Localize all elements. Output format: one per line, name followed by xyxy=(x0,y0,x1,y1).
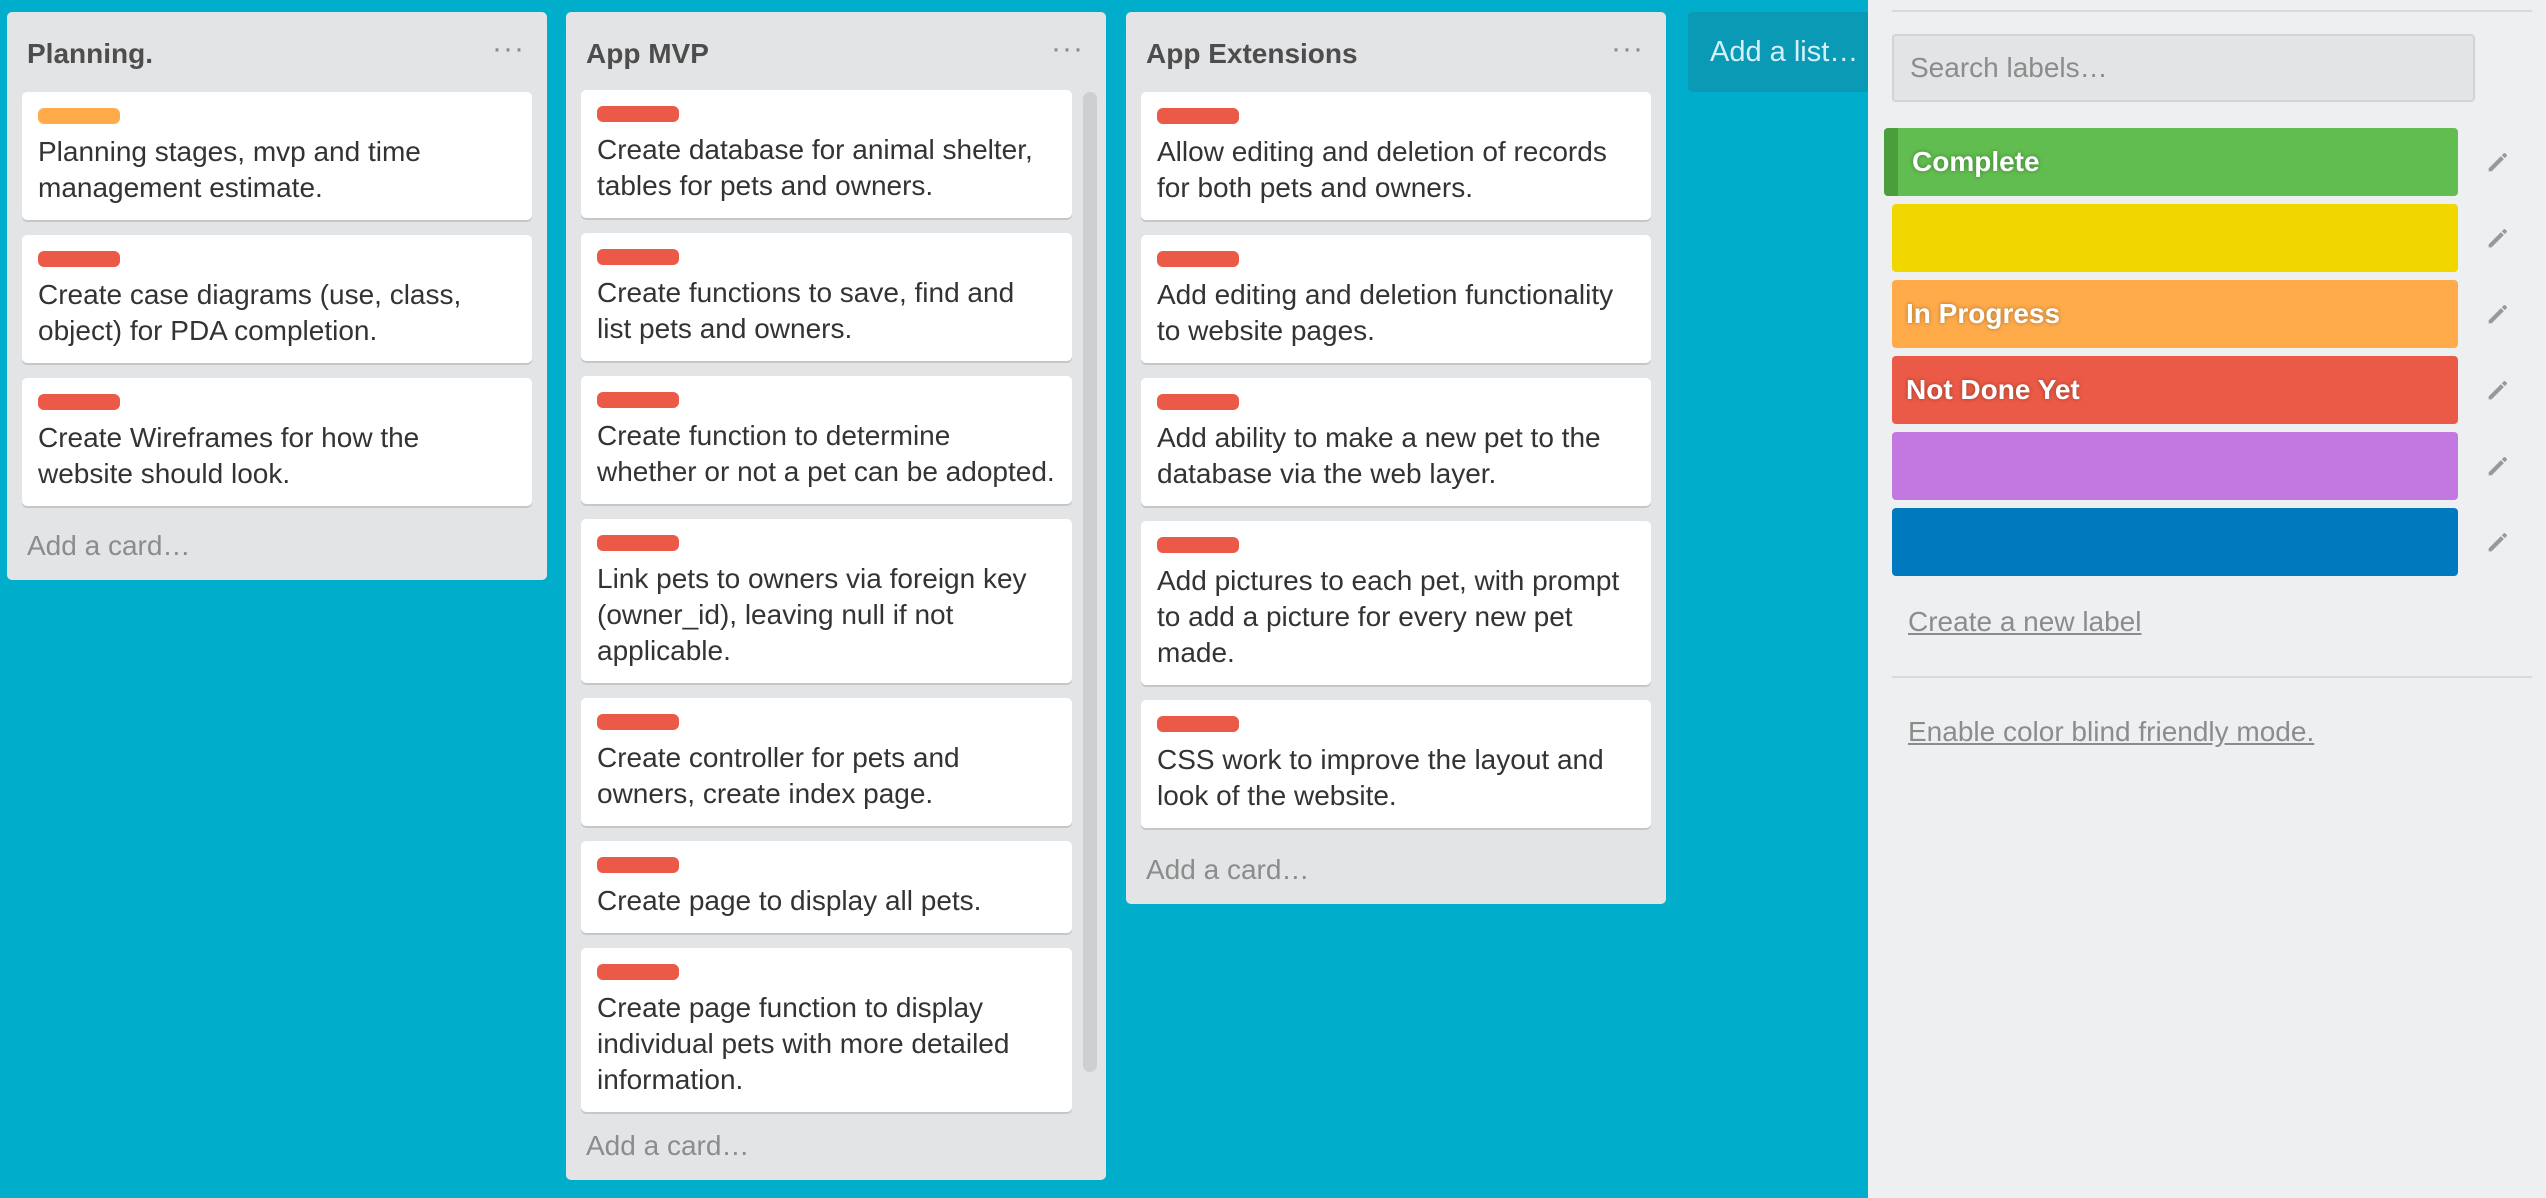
list-title[interactable]: Planning. xyxy=(27,38,153,70)
label-name: Not Done Yet xyxy=(1906,374,2080,405)
card[interactable]: Create function to determine whether or … xyxy=(581,376,1072,504)
card-label xyxy=(1157,394,1239,410)
label-blue[interactable] xyxy=(1892,508,2458,576)
card-title: Add pictures to each pet, with prompt to… xyxy=(1157,565,1620,668)
card-title: Add ability to make a new pet to the dat… xyxy=(1157,422,1601,489)
card-title: Add editing and deletion functionality t… xyxy=(1157,279,1614,346)
card[interactable]: Create page to display all pets. xyxy=(581,841,1072,933)
card-label xyxy=(597,964,679,980)
pencil-icon[interactable] xyxy=(2484,300,2512,328)
ellipsis-icon[interactable]: ··· xyxy=(492,32,525,66)
divider xyxy=(1892,10,2532,12)
label-row-purple xyxy=(1892,432,2512,500)
label-row-complete: Complete xyxy=(1884,128,2512,196)
card[interactable]: CSS work to improve the layout and look … xyxy=(1141,700,1651,828)
pencil-icon[interactable] xyxy=(2484,452,2512,480)
card-title: Create database for animal shelter, tabl… xyxy=(597,134,1033,201)
card[interactable]: Create database for animal shelter, tabl… xyxy=(581,90,1072,218)
card-label xyxy=(597,857,679,873)
card[interactable]: Add pictures to each pet, with prompt to… xyxy=(1141,521,1651,685)
pencil-icon[interactable] xyxy=(2484,376,2512,404)
label-in-progress[interactable]: In Progress xyxy=(1892,280,2458,348)
list-header: App Extensions ··· xyxy=(1126,12,1666,92)
card-title: Create Wireframes for how the website sh… xyxy=(38,422,420,489)
list-title[interactable]: App MVP xyxy=(586,38,709,70)
search-labels-input[interactable] xyxy=(1892,34,2475,102)
card-label xyxy=(1157,716,1239,732)
label-name: In Progress xyxy=(1906,298,2061,329)
label-row-in-progress: In Progress xyxy=(1892,280,2512,348)
label-row-yellow xyxy=(1892,204,2512,272)
label-purple[interactable] xyxy=(1892,432,2458,500)
card-label xyxy=(38,108,120,124)
list-title[interactable]: App Extensions xyxy=(1146,38,1358,70)
label-not-done-yet[interactable]: Not Done Yet xyxy=(1892,356,2458,424)
pencil-icon[interactable] xyxy=(2484,528,2512,556)
label-complete[interactable]: Complete xyxy=(1884,128,2458,196)
ellipsis-icon[interactable]: ··· xyxy=(1611,32,1644,66)
card-label xyxy=(597,106,679,122)
labels-sidebar: Complete In Progress Not Done Yet Create xyxy=(1868,0,2546,1198)
card[interactable]: Create case diagrams (use, class, object… xyxy=(22,235,532,363)
color-blind-mode-link[interactable]: Enable color blind friendly mode. xyxy=(1908,716,2314,748)
list-header: Planning. ··· xyxy=(7,12,547,92)
card-label xyxy=(38,251,120,267)
card-label xyxy=(1157,537,1239,553)
card-label xyxy=(597,535,679,551)
list-planning: Planning. ··· Planning stages, mvp and t… xyxy=(7,12,547,580)
card-label xyxy=(1157,251,1239,267)
card-title: Create case diagrams (use, class, object… xyxy=(38,279,462,346)
card-title: CSS work to improve the layout and look … xyxy=(1157,744,1604,811)
pencil-icon[interactable] xyxy=(2484,148,2512,176)
card[interactable]: Create Wireframes for how the website sh… xyxy=(22,378,532,506)
card-title: Create function to determine whether or … xyxy=(597,420,1055,487)
card-label xyxy=(597,714,679,730)
card-title: Planning stages, mvp and time management… xyxy=(38,136,421,203)
pencil-icon[interactable] xyxy=(2484,224,2512,252)
card-title: Create functions to save, find and list … xyxy=(597,277,1015,344)
card-title: Create page to display all pets. xyxy=(597,885,982,916)
card[interactable]: Create functions to save, find and list … xyxy=(581,233,1072,361)
card-title: Create controller for pets and owners, c… xyxy=(597,742,960,809)
card[interactable]: Add editing and deletion functionality t… xyxy=(1141,235,1651,363)
card[interactable]: Add ability to make a new pet to the dat… xyxy=(1141,378,1651,506)
card-list: Allow editing and deletion of records fo… xyxy=(1141,92,1651,844)
add-card-button[interactable]: Add a card… xyxy=(586,1130,749,1162)
card-label xyxy=(597,249,679,265)
label-name: Complete xyxy=(1912,146,2040,177)
label-yellow[interactable] xyxy=(1892,204,2458,272)
card-list: Create database for animal shelter, tabl… xyxy=(581,90,1072,1122)
add-card-button[interactable]: Add a card… xyxy=(27,530,190,562)
list-scrollbar[interactable] xyxy=(1083,92,1097,1072)
card[interactable]: Allow editing and deletion of records fo… xyxy=(1141,92,1651,220)
create-label-link[interactable]: Create a new label xyxy=(1908,606,2141,638)
card-title: Allow editing and deletion of records fo… xyxy=(1157,136,1607,203)
card-label xyxy=(597,392,679,408)
card-list: Planning stages, mvp and time management… xyxy=(22,92,532,522)
add-card-button[interactable]: Add a card… xyxy=(1146,854,1309,886)
card[interactable]: Create page function to display individu… xyxy=(581,948,1072,1112)
label-row-not-done-yet: Not Done Yet xyxy=(1892,356,2512,424)
card[interactable]: Planning stages, mvp and time management… xyxy=(22,92,532,220)
card[interactable]: Create controller for pets and owners, c… xyxy=(581,698,1072,826)
card-label xyxy=(1157,108,1239,124)
label-row-blue xyxy=(1892,508,2512,576)
card-title: Link pets to owners via foreign key (own… xyxy=(597,563,1027,666)
list-header: App MVP ··· xyxy=(566,12,1106,92)
divider xyxy=(1892,676,2532,678)
card[interactable]: Link pets to owners via foreign key (own… xyxy=(581,519,1072,683)
list-app-extensions: App Extensions ··· Allow editing and del… xyxy=(1126,12,1666,904)
card-label xyxy=(38,394,120,410)
card-title: Create page function to display individu… xyxy=(597,992,1010,1095)
list-app-mvp: App MVP ··· Create database for animal s… xyxy=(566,12,1106,1180)
ellipsis-icon[interactable]: ··· xyxy=(1051,32,1084,66)
